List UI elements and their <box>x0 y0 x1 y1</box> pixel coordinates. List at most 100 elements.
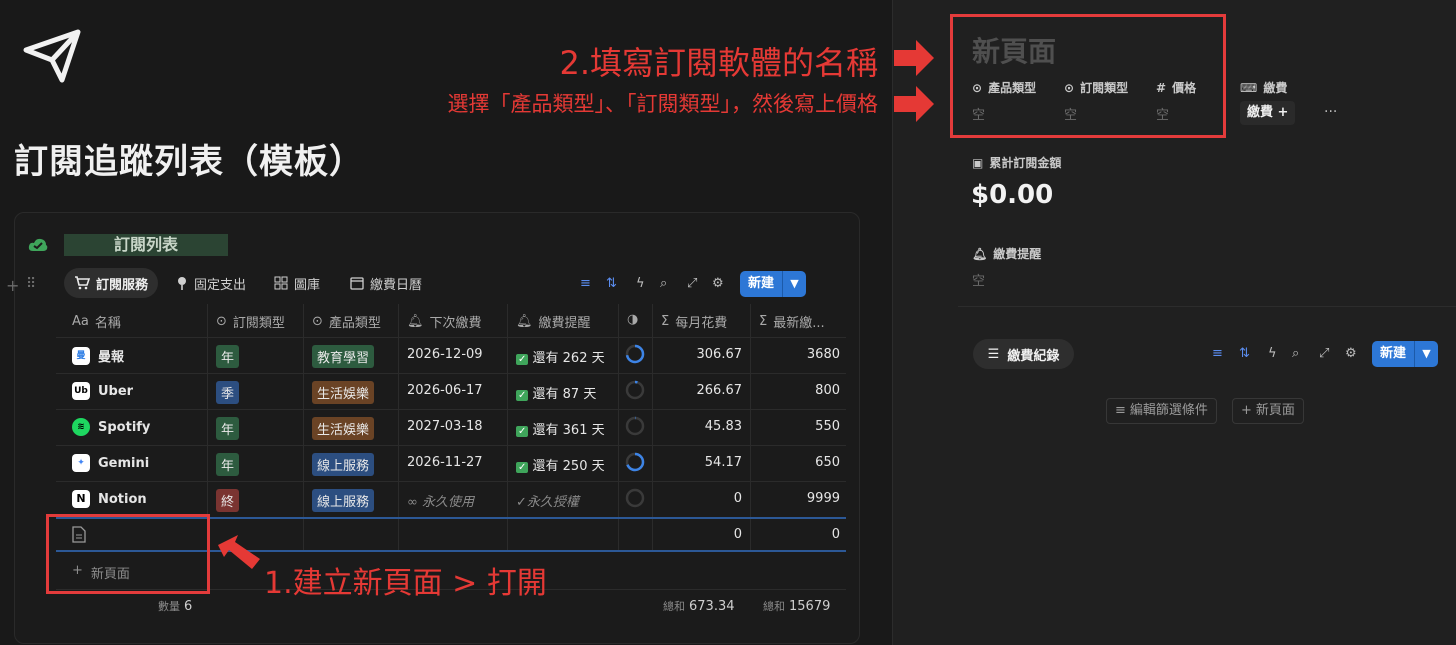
filter-icon[interactable]: ≡ <box>580 276 591 291</box>
records-view-tab[interactable]: ☰ 繳費紀錄 <box>973 339 1074 369</box>
sort-icon[interactable]: ⇅ <box>1239 346 1250 361</box>
new-record-button[interactable]: 新建 ▼ <box>1372 341 1438 367</box>
row-name: 曼報 <box>98 350 125 365</box>
cloud-check-icon <box>28 238 48 251</box>
subtype-tag: 季 <box>216 381 240 404</box>
add-record-button[interactable]: + 新頁面 <box>1232 398 1304 424</box>
subtype-tag: 終 <box>216 489 240 512</box>
sum-icon: Σ <box>759 314 768 329</box>
monthly-cost: 0 <box>733 527 742 542</box>
table-row-name[interactable]: N Notion <box>72 490 147 508</box>
calendar-icon <box>350 277 364 290</box>
prop-value[interactable]: 空 <box>1064 104 1077 123</box>
prop-total[interactable]: ▣ 累計訂閱金額 <box>972 154 1061 171</box>
bell-icon: 🔔︎ <box>972 246 988 261</box>
tab-label: 繳費日曆 <box>370 277 423 293</box>
search-icon[interactable]: ⌕ <box>1292 346 1299 361</box>
reminder-text: 還有 250 天 <box>532 459 605 474</box>
row-name: Gemini <box>98 455 150 471</box>
annotation-step1: 1.建立新頁面 > 打開 <box>264 566 547 601</box>
prop-value[interactable]: 空 <box>1156 104 1169 123</box>
total-amount: $0.00 <box>971 180 1054 210</box>
reminder-text: 還有 87 天 <box>532 387 597 402</box>
prop-pay[interactable]: ⌨ 繳費 <box>1240 79 1287 96</box>
settings-icon[interactable]: ⚙ <box>1345 346 1357 361</box>
search-icon[interactable]: ⌕ <box>660 276 667 291</box>
sort-icon[interactable]: ⇅ <box>606 276 617 291</box>
prop-label: 產品類型 <box>988 81 1037 95</box>
divider <box>56 337 846 338</box>
expand-icon[interactable]: ⤢ <box>687 276 697 291</box>
prop-price[interactable]: # 價格 <box>1156 79 1196 96</box>
automation-icon[interactable]: ϟ <box>636 276 645 291</box>
add-block-icon[interactable]: + <box>6 276 19 295</box>
col-header-label: 名稱 <box>94 316 121 331</box>
settings-icon[interactable]: ⚙ <box>712 276 724 291</box>
checkmark-icon: ✓ <box>516 426 529 437</box>
divider <box>618 304 619 552</box>
divider <box>507 304 508 552</box>
side-page-title[interactable]: 新頁面 <box>972 30 1056 70</box>
col-header-monthly[interactable]: Σ 每月花費 <box>661 312 727 331</box>
divider <box>652 304 653 552</box>
divider <box>958 306 1456 307</box>
pay-button[interactable]: 繳費 + <box>1240 101 1296 125</box>
col-header-latest[interactable]: Σ 最新繳... <box>759 312 825 331</box>
select-type-icon: ⊙ <box>1064 80 1075 95</box>
tab-fixed-expenses[interactable]: 固定支出 <box>166 268 256 298</box>
prop-subscription-type[interactable]: ⊙ 訂閱類型 <box>1064 79 1128 96</box>
prop-label: 訂閱類型 <box>1080 81 1129 95</box>
new-button[interactable]: 新建 ▼ <box>740 271 806 297</box>
monthly-cost: 266.67 <box>696 383 743 398</box>
chevron-down-icon[interactable]: ▼ <box>1414 341 1438 367</box>
table-row-name[interactable]: ≋ Spotify <box>72 418 150 436</box>
progress-ring <box>625 416 645 436</box>
money-icon: ▣ <box>972 155 984 170</box>
drag-handle-icon[interactable]: ⠿ <box>26 276 36 292</box>
prop-value[interactable]: 空 <box>972 104 985 123</box>
prop-value[interactable]: 空 <box>972 270 985 289</box>
edit-filter-button[interactable]: ≡ 編輯篩選條件 <box>1106 398 1217 424</box>
monthly-cost: 306.67 <box>696 347 743 362</box>
latest-payment: 650 <box>815 455 840 470</box>
count-summary: 數量 6 <box>158 598 192 614</box>
tab-calendar[interactable]: 繳費日曆 <box>340 268 432 298</box>
col-header-label: 繳費提醒 <box>538 316 591 331</box>
prop-reminder[interactable]: 🔔︎ 繳費提醒 <box>972 245 1041 262</box>
col-header-subtype[interactable]: ⊙ 訂閱類型 <box>216 312 285 331</box>
col-header-progress[interactable]: ◑ <box>627 312 638 327</box>
subtype-tag: 年 <box>216 453 240 476</box>
reminder-text: 還有 361 天 <box>532 423 605 438</box>
new-button-label: 新建 <box>747 276 774 291</box>
tab-subscriptions[interactable]: 訂閱服務 <box>64 268 159 298</box>
col-header-label: 訂閱類型 <box>232 316 285 331</box>
annotation-step2-title: 2.填寫訂閱軟體的名稱 <box>559 44 878 82</box>
sum-icon: Σ <box>661 314 670 329</box>
chevron-down-icon[interactable]: ▼ <box>782 271 806 297</box>
database-title[interactable]: 訂閱列表 <box>64 234 228 256</box>
automation-icon[interactable]: ϟ <box>1268 346 1277 361</box>
prop-product-type[interactable]: ⊙ 產品類型 <box>972 79 1036 96</box>
tab-gallery[interactable]: 圖庫 <box>264 268 330 298</box>
filter-icon[interactable]: ≡ <box>1212 346 1223 361</box>
table-row-name[interactable]: 曼 曼報 <box>72 346 124 365</box>
summary-value: 673.34 <box>689 599 735 614</box>
spotify-logo-icon: ≋ <box>72 418 90 436</box>
col-header-next-payment[interactable]: 🔔︎ 下次繳費 <box>407 312 482 331</box>
summary-label: 數量 <box>158 600 180 613</box>
col-header-prodtype[interactable]: ⊙ 產品類型 <box>312 312 381 331</box>
divider <box>56 445 846 446</box>
more-icon[interactable]: ··· <box>1324 104 1337 120</box>
edit-filter-label: 編輯篩選條件 <box>1129 403 1208 418</box>
prodtype-tag: 線上服務 <box>312 489 375 512</box>
plus-icon: + <box>1241 403 1252 418</box>
col-header-name[interactable]: Aa 名稱 <box>72 312 121 331</box>
table-row-name[interactable]: ✦ Gemini <box>72 454 149 472</box>
prop-label: 累計訂閱金額 <box>989 156 1062 170</box>
table-row-name[interactable]: Ub Uber <box>72 382 133 400</box>
expand-icon[interactable]: ⤢ <box>1319 346 1329 361</box>
prop-label: 繳費提醒 <box>993 247 1042 261</box>
button-type-icon: ⌨ <box>1240 80 1258 95</box>
uber-logo-icon: Ub <box>72 382 90 400</box>
col-header-reminder[interactable]: 🔔︎ 繳費提醒 <box>516 312 591 331</box>
